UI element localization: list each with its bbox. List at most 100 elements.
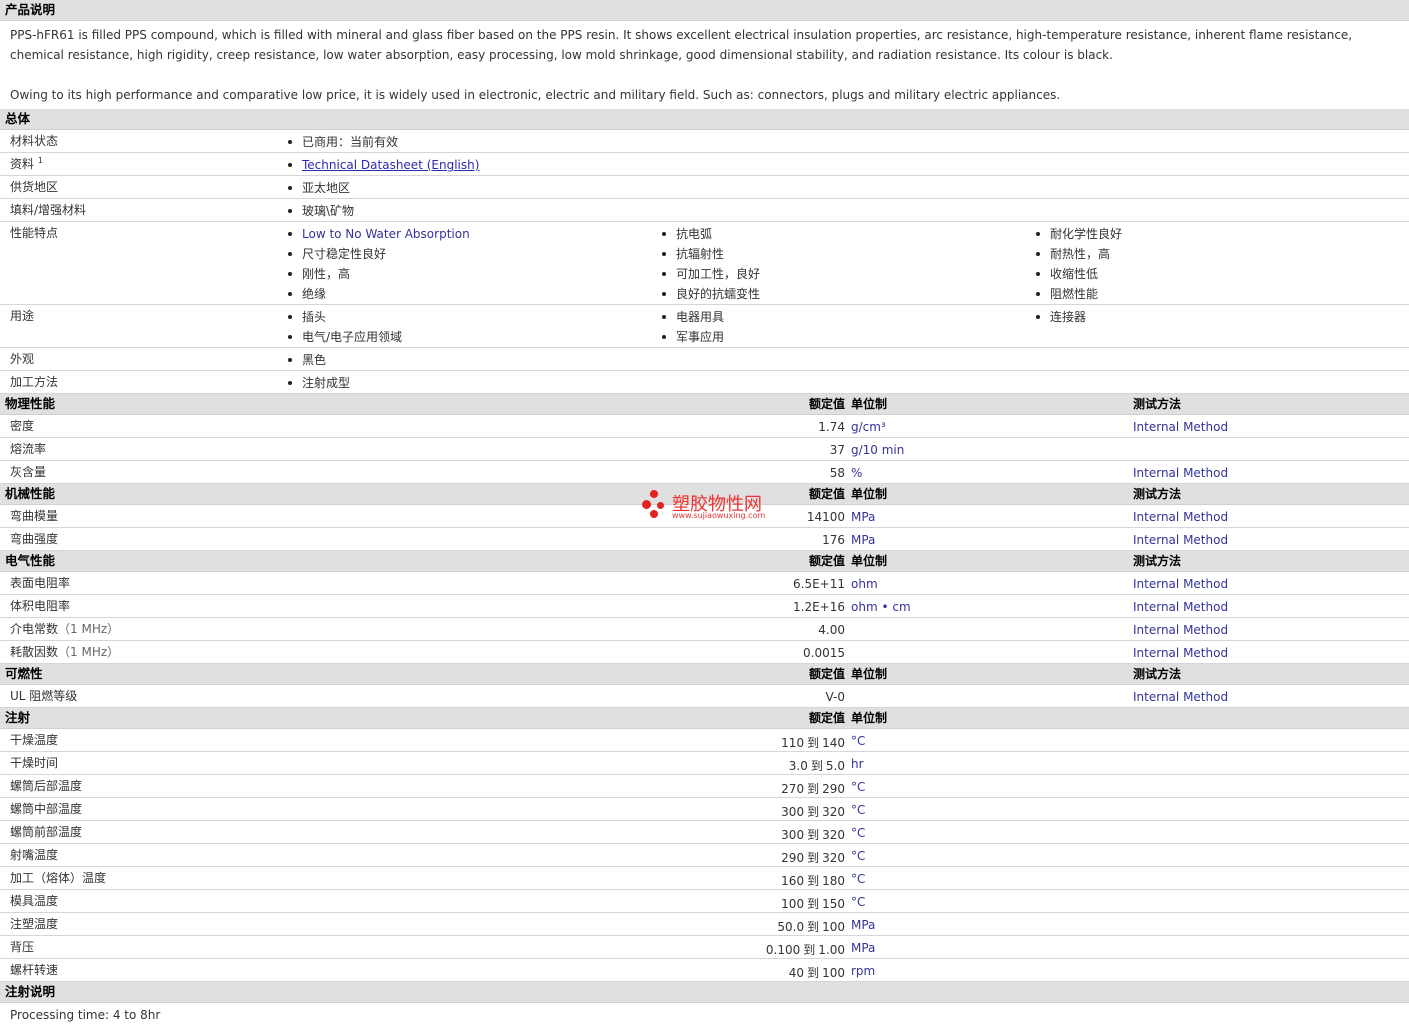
- property-row: 螺杆转速 40 到 100 rpm: [0, 959, 1409, 982]
- section-header-physical: 物理性能 额定值 单位制 测试方法: [0, 394, 1409, 415]
- property-value: 58: [829, 466, 845, 480]
- property-name: 熔流率: [10, 440, 46, 457]
- row-label: 加工方法: [10, 375, 59, 389]
- datasheet-link[interactable]: Technical Datasheet (English): [302, 158, 479, 172]
- section-header-electrical: 电气性能 额定值 单位制 测试方法: [0, 551, 1409, 572]
- property-row: 干燥时间 3.0 到 5.0 hr: [0, 752, 1409, 775]
- property-name: 螺筒后部温度: [10, 779, 83, 793]
- property-name-text: 介电常数: [10, 622, 59, 636]
- range-low: 160: [781, 874, 805, 888]
- property-method: Internal Method: [1133, 466, 1229, 480]
- property-row: 射嘴温度 290 到 320 °C: [0, 844, 1409, 867]
- property-method: Internal Method: [1133, 420, 1229, 434]
- range-low: 100: [781, 897, 805, 911]
- section-header-injection-notes: 注射说明: [0, 982, 1409, 1003]
- filler-value: 玻璃\矿物: [287, 201, 665, 221]
- range-high: 320: [822, 851, 845, 865]
- row-label: 用途: [10, 309, 35, 323]
- property-name: UL 阻燃等级: [10, 687, 77, 704]
- property-row: 背压 0.100 到 1.00 MPa: [0, 936, 1409, 959]
- range-word: 到: [807, 874, 820, 888]
- section-header-description: 产品说明: [0, 0, 1409, 21]
- range-high: 150: [822, 897, 845, 911]
- use-item: 军事应用: [661, 327, 1035, 347]
- range-high: 140: [822, 736, 845, 750]
- column-header-method: 测试方法: [1133, 487, 1182, 501]
- property-unit: °C: [851, 849, 866, 863]
- use-item: 电气/电子应用领域: [287, 327, 661, 347]
- property-row: 耗散因数（1 MHz） 0.0015 Internal Method: [0, 641, 1409, 664]
- property-row: 螺筒后部温度 270 到 290 °C: [0, 775, 1409, 798]
- feature-item: 耐热性，高: [1035, 244, 1409, 264]
- range-high: 320: [822, 805, 845, 819]
- range-word: 到: [807, 782, 820, 796]
- property-unit: MPa: [851, 918, 876, 932]
- property-row: 螺筒前部温度 300 到 320 °C: [0, 821, 1409, 844]
- property-unit: g/cm³: [851, 420, 886, 434]
- property-range: 50.0 到 100: [777, 918, 845, 935]
- column-header-nominal: 额定值: [808, 397, 845, 411]
- section-title: 电气性能: [5, 553, 56, 568]
- property-name: 耗散因数（1 MHz）: [10, 643, 119, 660]
- property-row: 模具温度 100 到 150 °C: [0, 890, 1409, 913]
- property-name: 射嘴温度: [10, 848, 59, 862]
- property-unit: hr: [851, 757, 864, 771]
- property-unit: MPa: [851, 510, 876, 524]
- range-word: 到: [807, 736, 820, 750]
- datasheet: 产品说明 PPS-hFR61 is filled PPS compound, w…: [0, 0, 1409, 1027]
- process-value: 注射成型: [287, 373, 665, 393]
- range-low: 3.0: [788, 759, 808, 773]
- property-name: 密度: [10, 417, 34, 434]
- range-high: 5.0: [825, 759, 845, 773]
- feature-item: 收缩性低: [1035, 264, 1409, 284]
- range-word: 到: [807, 920, 820, 934]
- description-paragraph: Owing to its high performance and compar…: [10, 88, 1061, 102]
- general-row-docs: 资料 1 Technical Datasheet (English): [0, 153, 1409, 176]
- property-name: 背压: [10, 940, 35, 954]
- property-value: 4.00: [818, 623, 845, 637]
- range-high: 100: [822, 920, 845, 934]
- section-title: 机械性能: [5, 486, 56, 501]
- property-unit: °C: [851, 734, 866, 748]
- property-name: 注塑温度: [10, 917, 59, 931]
- property-value: 176: [822, 533, 845, 547]
- column-header-method: 测试方法: [1133, 397, 1182, 411]
- general-row-status: 材料状态 已商用：当前有效: [0, 130, 1409, 153]
- range-low: 300: [781, 805, 805, 819]
- property-method: Internal Method: [1133, 690, 1229, 704]
- feature-item: 可加工性，良好: [661, 264, 1035, 284]
- section-header-injection: 注射 额定值 单位制: [0, 708, 1409, 729]
- property-row: 体积电阻率 1.2E+16 ohm • cm Internal Method: [0, 595, 1409, 618]
- property-name: 螺筒中部温度: [10, 802, 83, 816]
- property-name: 体积电阻率: [10, 597, 70, 614]
- docs-label: 资料: [10, 157, 35, 171]
- property-value: 14100: [806, 510, 845, 524]
- property-row: 干燥温度 110 到 140 °C: [0, 729, 1409, 752]
- property-method: Internal Method: [1133, 600, 1229, 614]
- general-row-region: 供货地区 亚太地区: [0, 176, 1409, 199]
- range-high: 1.00: [818, 943, 845, 957]
- property-method: Internal Method: [1133, 510, 1229, 524]
- property-row: 灰含量 58% Internal Method: [0, 461, 1409, 484]
- property-range: 270 到 290: [781, 780, 845, 797]
- property-name: 表面电阻率: [10, 574, 70, 591]
- property-row: 螺筒中部温度 300 到 320 °C: [0, 798, 1409, 821]
- column-header-unit: 单位制: [851, 667, 888, 681]
- property-range: 100 到 150: [781, 895, 845, 912]
- feature-item: 抗电弧: [661, 224, 1035, 244]
- feature-item: 良好的抗蠕变性: [661, 284, 1035, 304]
- row-label: 供货地区: [10, 180, 59, 194]
- property-name-text: 弯曲模量: [10, 509, 59, 523]
- property-range: 110 到 140: [781, 734, 845, 751]
- property-method: Internal Method: [1133, 623, 1229, 637]
- property-name: 螺筒前部温度: [10, 825, 83, 839]
- property-condition: （1 MHz）: [58, 622, 120, 636]
- use-item: 插头: [287, 307, 661, 327]
- section-header-general: 总体: [0, 109, 1409, 130]
- feature-item: 阻燃性能: [1035, 284, 1409, 304]
- column-header-method: 测试方法: [1133, 554, 1182, 568]
- property-value: 1.74: [818, 420, 845, 434]
- range-word: 到: [803, 943, 816, 957]
- property-unit: °C: [851, 895, 866, 909]
- column-header-unit: 单位制: [851, 487, 888, 501]
